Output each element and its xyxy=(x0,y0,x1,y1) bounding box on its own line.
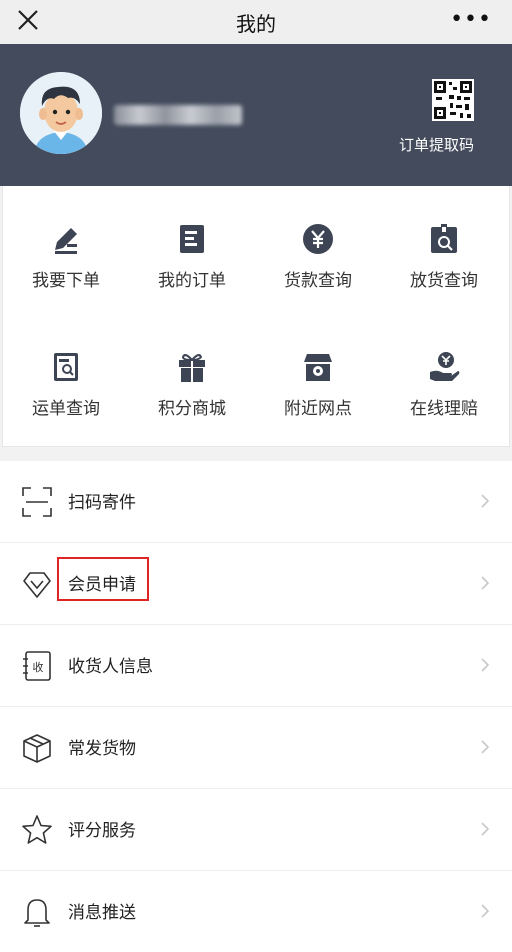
grid-item-place-order[interactable]: 我要下单 xyxy=(3,222,129,342)
hand-coin-icon xyxy=(430,352,460,381)
box-search-icon xyxy=(431,224,457,253)
grid-item-points-mall[interactable]: 积分商城 xyxy=(129,350,255,470)
username-redacted xyxy=(114,105,242,125)
bell-icon xyxy=(24,899,50,927)
menu-item-notifications[interactable]: 消息推送 xyxy=(0,871,512,952)
top-bar: 我的 ••• xyxy=(0,0,512,44)
menu-item-receiver-info[interactable]: 收 收货人信息 xyxy=(0,625,512,707)
menu-item-label: 常发货物 xyxy=(68,739,136,759)
feature-grid: 我要下单 我的订单 货款查询 放货查询 运单查询 积分商城 附近网点 在线理赔 xyxy=(2,186,510,447)
diamond-icon xyxy=(23,572,51,598)
waybill-search-icon xyxy=(54,353,78,381)
menu-item-rate-service[interactable]: 评分服务 xyxy=(0,789,512,871)
profile-header: 订单提取码 xyxy=(0,44,512,186)
svg-text:收: 收 xyxy=(33,660,44,674)
scan-icon xyxy=(22,487,52,517)
yuan-circle-icon xyxy=(303,224,333,254)
menu-item-label: 评分服务 xyxy=(68,821,136,841)
grid-item-payment-query[interactable]: 货款查询 xyxy=(255,222,381,342)
order-list-icon xyxy=(180,225,204,253)
avatar-face-icon xyxy=(20,72,102,154)
page-title: 我的 xyxy=(236,11,276,36)
grid-item-label: 在线理赔 xyxy=(410,399,478,419)
qr-code-icon[interactable] xyxy=(432,79,474,121)
chevron-right-icon xyxy=(481,658,490,672)
grid-item-online-claims[interactable]: 在线理赔 xyxy=(381,350,507,470)
menu-item-scan-send[interactable]: 扫码寄件 xyxy=(0,461,512,543)
highlight-box xyxy=(57,557,149,601)
grid-item-label: 我要下单 xyxy=(32,271,100,291)
grid-item-label: 我的订单 xyxy=(158,271,226,291)
chevron-right-icon xyxy=(481,822,490,836)
grid-item-label: 放货查询 xyxy=(410,271,478,291)
avatar[interactable] xyxy=(20,72,102,154)
grid-item-nearby-outlets[interactable]: 附近网点 xyxy=(255,350,381,470)
chevron-right-icon xyxy=(481,576,490,590)
package-icon xyxy=(23,734,51,763)
qr-label[interactable]: 订单提取码 xyxy=(394,134,474,155)
grid-item-release-query[interactable]: 放货查询 xyxy=(381,222,507,342)
menu-list: 扫码寄件 会员申请 收 收货人信息 常发货物 评分服务 消息推送 xyxy=(0,461,512,952)
menu-item-membership[interactable]: 会员申请 xyxy=(0,543,512,625)
chevron-right-icon xyxy=(481,494,490,508)
store-icon xyxy=(304,354,332,381)
grid-item-my-orders[interactable]: 我的订单 xyxy=(129,222,255,342)
chevron-right-icon xyxy=(481,904,490,918)
grid-item-waybill-query[interactable]: 运单查询 xyxy=(3,350,129,470)
menu-item-frequent-goods[interactable]: 常发货物 xyxy=(0,707,512,789)
grid-item-label: 积分商城 xyxy=(158,399,226,419)
more-menu-icon[interactable]: ••• xyxy=(450,9,492,31)
order-pen-icon xyxy=(55,228,77,254)
gift-icon xyxy=(179,354,205,382)
chevron-right-icon xyxy=(481,740,490,754)
menu-item-label: 收货人信息 xyxy=(68,657,153,677)
menu-item-label: 扫码寄件 xyxy=(68,493,136,513)
grid-item-label: 附近网点 xyxy=(284,399,352,419)
grid-item-label: 运单查询 xyxy=(32,399,100,419)
menu-item-label: 消息推送 xyxy=(68,903,136,923)
receiver-icon: 收 xyxy=(23,651,51,681)
close-icon[interactable] xyxy=(14,6,42,34)
star-icon xyxy=(22,815,52,844)
grid-item-label: 货款查询 xyxy=(284,271,352,291)
